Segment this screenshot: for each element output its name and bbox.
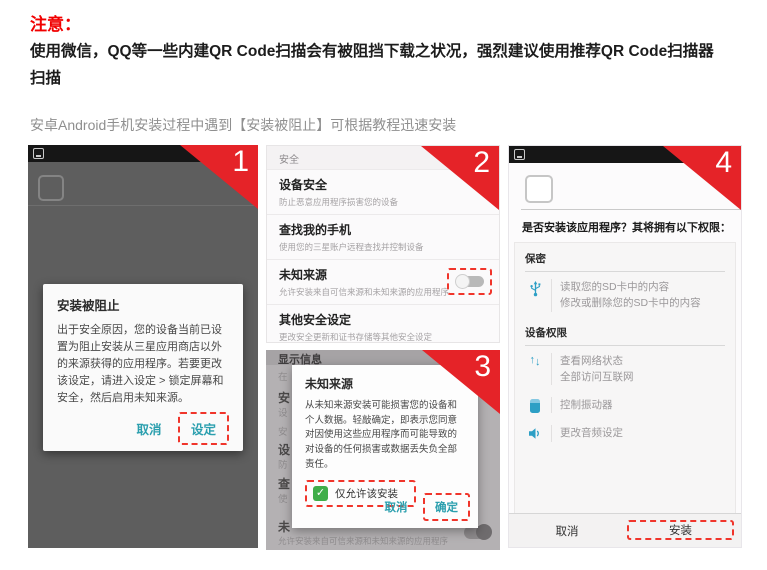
speaker-icon bbox=[525, 425, 545, 441]
section-header-privacy: 保密 bbox=[515, 243, 735, 271]
highlight-box bbox=[447, 268, 492, 295]
install-question: 是否安装该应用程序？其将拥有以下权限： bbox=[522, 219, 731, 235]
permission-row-audio: 更改音频设定 bbox=[515, 418, 735, 446]
screenshot-unknown-sources-dialog: 显示信息 在 安 设 安 设 防 查 使 未 允许安装来自可信来源和未知来源的应… bbox=[266, 350, 500, 550]
dialog-button-bar: 取消 安装 bbox=[509, 513, 741, 547]
screenshot-security-settings: 安全 设备安全 防止恶意应用程序损害您的设备 查找我的手机 使用您的三星账户远程… bbox=[266, 145, 500, 343]
cancel-button[interactable]: 取消 bbox=[509, 514, 625, 547]
app-icon-placeholder bbox=[525, 175, 553, 203]
permission-text: 修改或删除您的SD卡中的内容 bbox=[560, 295, 701, 311]
dimmed-text: 使 bbox=[278, 491, 288, 505]
tutorial-page: 注意： 使用微信，QQ等一些内建QR Code扫描会有被阻挡下载之状况，强烈建议… bbox=[0, 0, 767, 570]
dialog-title: 安装被阻止 bbox=[57, 295, 229, 314]
notice-body: 使用微信，QQ等一些内建QR Code扫描会有被阻挡下载之状况，强烈建议使用推荐… bbox=[30, 38, 742, 92]
step-number: 3 bbox=[474, 352, 491, 382]
screenshot-install-blocked: 1 4G⇅ 7 安装被阻止 出于安全原因，您的设备当前已设置为阻止安装从三星应用… bbox=[28, 145, 258, 548]
permission-text: 读取您的SD卡中的内容 bbox=[560, 279, 701, 295]
permissions-panel: 保密 读取您的SD卡中的内容 修改 bbox=[514, 242, 736, 514]
permission-row-network: ↑↓ 查看网络状态 全部访问互联网 bbox=[515, 346, 735, 391]
cancel-button[interactable]: 取消 bbox=[379, 496, 414, 518]
settings-button[interactable]: 设定 bbox=[184, 415, 223, 442]
step-number: 1 bbox=[232, 147, 249, 177]
highlight-box: 确定 bbox=[423, 493, 470, 521]
dimmed-text: 允许安装来自可信来源和未知来源的应用程序 bbox=[278, 535, 448, 547]
settings-row-find-my-phone[interactable]: 查找我的手机 使用您的三星账户远程查找并控制设备 bbox=[267, 214, 499, 259]
notice-title: 注意： bbox=[30, 10, 81, 35]
screenshot-install-permissions: 1 4G⇅ 7 是否安装该应用程序？其将拥有以下权限： 保密 bbox=[508, 145, 742, 548]
divider bbox=[551, 353, 552, 386]
dimmed-text: 防 bbox=[278, 457, 288, 471]
section-header-device: 设备权限 bbox=[515, 317, 735, 345]
checkbox-checked-icon[interactable]: ✓ bbox=[313, 486, 328, 501]
dimmed-text: 设 bbox=[278, 441, 290, 458]
dimmed-text: 安 bbox=[278, 424, 288, 438]
ok-button[interactable]: 确定 bbox=[429, 496, 464, 518]
highlight-box: 设定 bbox=[178, 412, 229, 445]
divider bbox=[551, 397, 552, 413]
dimmed-text: 未 bbox=[278, 518, 290, 535]
step-number: 4 bbox=[715, 148, 732, 178]
install-button[interactable]: 安装 bbox=[669, 522, 692, 538]
permission-text: 控制振动器 bbox=[560, 397, 613, 413]
unknown-sources-toggle[interactable] bbox=[455, 274, 484, 289]
divider bbox=[551, 425, 552, 441]
permission-text: 更改音频设定 bbox=[560, 425, 623, 441]
dimmed-text: 在 bbox=[278, 369, 288, 383]
dialog-body: 出于安全原因，您的设备当前已设置为阻止安装从三星应用商店以外的来源获得的应用程序… bbox=[57, 322, 229, 407]
highlight-box: 安装 bbox=[627, 520, 734, 540]
permission-text: 查看网络状态 bbox=[560, 353, 634, 369]
dimmed-text: 设 bbox=[278, 405, 288, 419]
dimmed-text: 查 bbox=[278, 475, 290, 492]
app-icon-placeholder bbox=[38, 175, 64, 201]
statusbar-app-icon bbox=[33, 148, 44, 159]
settings-row-unknown-sources[interactable]: 未知来源 允许安装来自可信来源和未知来源的应用程序 bbox=[267, 259, 499, 304]
step-number: 2 bbox=[473, 148, 490, 178]
settings-row-other-security[interactable]: 其他安全设定 更改安全更新和证书存储等其他安全设定 bbox=[267, 304, 499, 343]
dimmed-text: 安 bbox=[278, 389, 290, 406]
page-subtitle: 安卓Android手机安装过程中遇到【安装被阻止】可根据教程迅速安装 bbox=[30, 115, 456, 135]
permission-row-storage: 读取您的SD卡中的内容 修改或删除您的SD卡中的内容 bbox=[515, 272, 735, 317]
divider bbox=[551, 279, 552, 312]
install-blocked-dialog: 安装被阻止 出于安全原因，您的设备当前已设置为阻止安装从三星应用商店以外的来源获… bbox=[43, 284, 243, 451]
vibration-icon bbox=[525, 397, 545, 413]
permission-text: 全部访问互联网 bbox=[560, 369, 634, 385]
statusbar-app-icon bbox=[514, 149, 525, 160]
network-transfer-icon: ↑↓ bbox=[525, 353, 545, 386]
permission-row-vibration: 控制振动器 bbox=[515, 390, 735, 418]
cancel-button[interactable]: 取消 bbox=[130, 415, 169, 442]
usb-icon bbox=[525, 279, 545, 312]
